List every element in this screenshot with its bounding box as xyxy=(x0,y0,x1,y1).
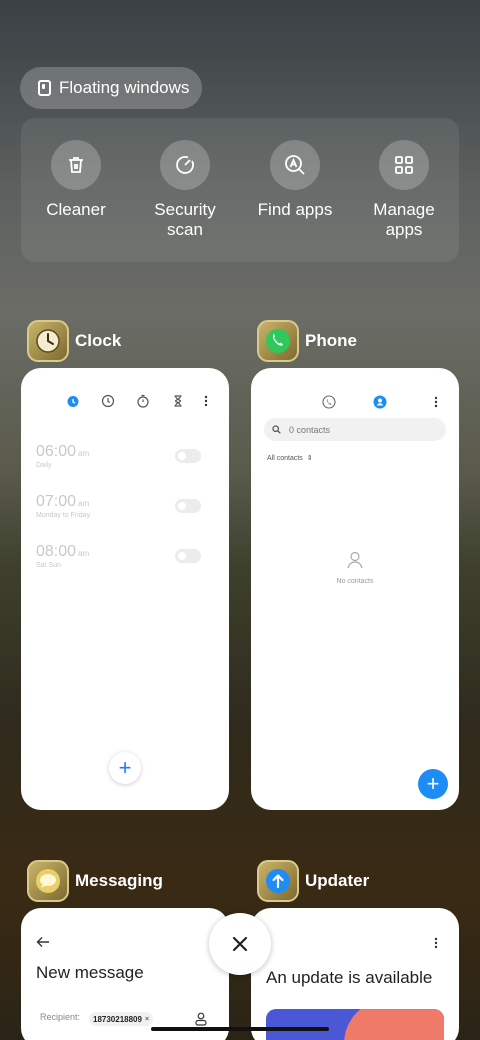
manage-apps-button[interactable]: Manage apps xyxy=(349,140,459,240)
search-icon xyxy=(272,425,281,434)
back-arrow-icon[interactable] xyxy=(36,936,50,948)
cleaner-button[interactable]: Cleaner xyxy=(21,140,131,220)
world-clock-tab-icon[interactable] xyxy=(101,394,115,408)
clear-all-button[interactable] xyxy=(209,913,271,975)
messaging-app-name: Messaging xyxy=(75,871,163,890)
phone-app-card[interactable]: 0 contacts All contacts ⇕ No contacts + xyxy=(251,368,459,810)
floating-windows-button[interactable]: Floating windows xyxy=(20,67,202,109)
messaging-app-icon xyxy=(27,860,69,902)
clock-app-header[interactable]: Clock xyxy=(27,320,121,362)
trash-icon xyxy=(69,157,83,173)
alarm-toggle[interactable] xyxy=(175,449,201,463)
alarm-time: 07:00 xyxy=(36,493,77,510)
stopwatch-tab-icon[interactable] xyxy=(136,394,150,408)
alarm-repeat: Sat Sun xyxy=(36,562,61,569)
updater-app-card[interactable]: An update is available xyxy=(251,908,459,1040)
alarm-toggle[interactable] xyxy=(175,499,201,513)
phone-app-header[interactable]: Phone xyxy=(257,320,357,362)
floating-windows-label: Floating windows xyxy=(59,78,190,97)
cleaner-label: Cleaner xyxy=(46,200,106,219)
phone-app-icon xyxy=(257,320,299,362)
contacts-search-input[interactable]: 0 contacts xyxy=(264,418,446,441)
more-options-icon[interactable] xyxy=(432,395,440,409)
update-banner-image xyxy=(266,1009,444,1040)
security-scan-label: Security scan xyxy=(154,200,216,239)
recents-tab-icon[interactable] xyxy=(322,395,336,409)
clock-app-icon xyxy=(27,320,69,362)
clock-toolbar xyxy=(21,394,229,412)
security-scan-icon xyxy=(176,156,194,174)
recipient-number: 18730218809 xyxy=(93,1014,142,1024)
recipient-chip[interactable]: 18730218809 × xyxy=(89,1012,154,1026)
contacts-search-placeholder: 0 contacts xyxy=(289,424,331,435)
find-apps-button[interactable]: Find apps xyxy=(240,140,350,220)
plus-icon: + xyxy=(426,771,440,796)
alarm-item[interactable]: 08:00 am Sat Sun xyxy=(36,543,216,569)
manage-apps-label: Manage apps xyxy=(373,200,435,239)
more-options-icon[interactable] xyxy=(432,936,440,950)
updater-app-header[interactable]: Updater xyxy=(257,860,369,902)
quick-actions-panel: Cleaner Security scan Find apps Manage a… xyxy=(21,118,459,262)
grid-icon xyxy=(395,156,413,174)
messaging-app-card[interactable]: New message Recipient: 18730218809 × xyxy=(21,908,229,1040)
close-icon xyxy=(232,936,248,952)
alarm-ampm: am xyxy=(78,449,90,458)
new-message-title: New message xyxy=(36,963,144,982)
alarm-time: 06:00 xyxy=(36,443,77,460)
empty-contacts-text: No contacts xyxy=(336,578,374,585)
phone-app-name: Phone xyxy=(305,331,357,350)
update-available-title: An update is available xyxy=(266,968,433,987)
updater-app-name: Updater xyxy=(305,871,370,890)
alarm-time: 08:00 xyxy=(36,543,77,560)
alarm-ampm: am xyxy=(78,499,90,508)
alarm-repeat: Monday to Friday xyxy=(36,512,91,519)
home-indicator[interactable] xyxy=(151,1027,329,1031)
add-contact-button[interactable]: + xyxy=(418,769,448,799)
alarm-item[interactable]: 07:00 am Monday to Friday xyxy=(36,493,216,519)
contacts-filter[interactable]: All contacts ⇕ xyxy=(267,454,313,463)
updater-app-icon xyxy=(257,860,299,902)
security-scan-button[interactable]: Security scan xyxy=(130,140,240,240)
clock-app-card[interactable]: 06:00 am Daily 07:00 am Monday to Friday 0… xyxy=(21,368,229,810)
alarm-item[interactable]: 06:00 am Daily xyxy=(36,443,216,469)
timer-tab-icon[interactable] xyxy=(171,394,185,408)
find-apps-icon xyxy=(285,155,305,175)
alarm-ampm: am xyxy=(78,549,90,558)
floating-window-icon xyxy=(38,80,51,96)
alarm-toggle[interactable] xyxy=(175,549,201,563)
sort-arrows-icon: ⇕ xyxy=(306,455,313,462)
messaging-app-header[interactable]: Messaging xyxy=(27,860,163,902)
clock-app-name: Clock xyxy=(75,331,122,350)
recipient-label: Recipient: xyxy=(40,1012,81,1022)
contacts-filter-label: All contacts xyxy=(267,454,303,462)
contacts-tab-icon[interactable] xyxy=(373,395,387,409)
more-options-icon[interactable] xyxy=(202,394,210,408)
person-icon xyxy=(347,551,363,569)
remove-recipient-icon[interactable]: × xyxy=(145,1016,149,1023)
add-alarm-button[interactable]: + xyxy=(109,752,141,784)
alarm-repeat: Daily xyxy=(36,462,52,469)
alarm-tab-icon[interactable] xyxy=(66,394,80,408)
contact-picker-icon[interactable] xyxy=(195,1012,207,1026)
plus-icon: + xyxy=(118,755,132,780)
find-apps-label: Find apps xyxy=(257,200,333,219)
